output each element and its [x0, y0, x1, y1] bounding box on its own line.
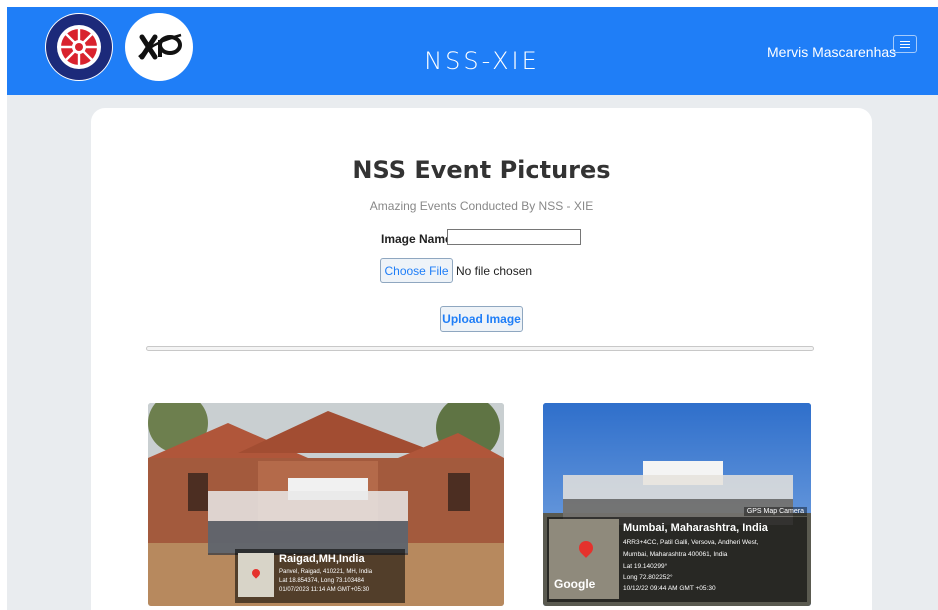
upload-image-button[interactable]: Upload Image — [440, 306, 523, 332]
navbar: NSS-XIE Mervis Mascarenhas — [7, 7, 938, 95]
location-pin-icon — [250, 567, 262, 579]
divider — [146, 346, 814, 351]
brand-title[interactable]: NSS-XIE — [387, 47, 577, 75]
photo-longitude: Long 72.802252° — [623, 574, 673, 581]
photo-address-line-1: 4RR3+4CC, Patil Galli, Versova, Andheri … — [623, 539, 759, 546]
event-photo-raigad[interactable]: Raigad,MH,India Panvel, Raigad, 410221, … — [148, 403, 504, 606]
map-thumbnail: Google — [549, 519, 619, 599]
image-name-label: Image Name — [381, 232, 452, 246]
user-name[interactable]: Mervis Mascarenhas — [767, 44, 896, 60]
photo-address-line-2: Mumbai, Maharashtra 400061, India — [623, 551, 728, 558]
file-status: No file chosen — [456, 264, 533, 278]
google-map-brand: Google — [554, 577, 596, 591]
location-pin-icon — [576, 538, 596, 558]
choose-file-button[interactable]: Choose File — [380, 258, 453, 283]
image-name-input[interactable] — [447, 229, 581, 245]
photo-coords: Lat 18.854374, Long 73.103484 — [279, 578, 365, 584]
upload-card: NSS Event Pictures Amazing Events Conduc… — [91, 108, 872, 610]
photo-location: Raigad,MH,India — [279, 553, 365, 565]
gps-camera-tag: GPS Map Camera — [743, 507, 807, 516]
hamburger-icon[interactable] — [893, 35, 917, 53]
photo-latitude: Lat 19.140299° — [623, 563, 668, 570]
photo-address: Panvel, Raigad, 410221, MH, India — [279, 569, 373, 575]
xie-logo-icon[interactable] — [125, 13, 193, 81]
page-subtitle: Amazing Events Conducted By NSS - XIE — [369, 199, 594, 213]
photo-location: Mumbai, Maharashtra, India — [623, 522, 768, 534]
nss-logo-icon[interactable] — [45, 13, 113, 81]
photo-timestamp: 10/12/22 09:44 AM GMT +05:30 — [623, 585, 716, 592]
event-photo-mumbai[interactable]: GPS Map Camera Google Mumbai, Maharashtr… — [543, 403, 811, 606]
geo-tag-overlay: Raigad,MH,India Panvel, Raigad, 410221, … — [235, 549, 405, 603]
page-title: NSS Event Pictures — [352, 156, 611, 184]
map-thumbnail — [238, 553, 274, 597]
photo-timestamp: 01/07/2023 11:14 AM GMT+05:30 — [279, 587, 370, 593]
geo-tag-overlay: Google Mumbai, Maharashtra, India 4RR3+4… — [547, 517, 807, 602]
